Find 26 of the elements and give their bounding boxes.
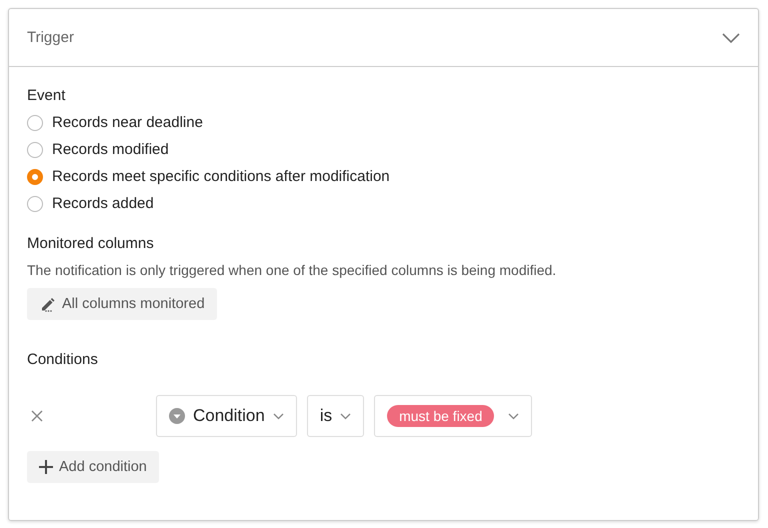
column-select[interactable]: Condition: [156, 395, 297, 437]
close-icon[interactable]: [31, 410, 43, 422]
caret-icon: [508, 412, 520, 420]
radio-label[interactable]: Records meet specific conditions after modification: [52, 168, 390, 185]
radio-button[interactable]: [27, 142, 43, 158]
chevron-down-icon[interactable]: [722, 32, 740, 42]
description-text: The notification is only triggered when one of the specified columns is being modified.: [27, 262, 558, 278]
radio-label[interactable]: Records modified: [52, 141, 169, 158]
plus-icon: [39, 460, 53, 474]
dropdown-circle-icon: [169, 408, 185, 424]
pencil-icon: [39, 296, 56, 312]
add-condition-button[interactable]: Add condition: [27, 451, 159, 483]
value-tag: must be fixed: [387, 405, 494, 427]
panel-title: Trigger: [27, 29, 74, 46]
radio-button[interactable]: [27, 168, 43, 184]
section-label: Monitored columns: [27, 235, 155, 252]
radio-button[interactable]: [27, 114, 43, 130]
section-label: Event: [27, 87, 66, 104]
radio-label[interactable]: Records near deadline: [52, 114, 203, 131]
columns-button[interactable]: All columns monitored: [27, 288, 217, 320]
section-label: Conditions: [27, 351, 99, 368]
caret-icon: [272, 412, 284, 420]
radio-label[interactable]: Records added: [52, 195, 154, 212]
caret-icon: [340, 412, 352, 420]
radio-button[interactable]: [27, 196, 43, 212]
operator-select[interactable]: is: [306, 395, 364, 437]
